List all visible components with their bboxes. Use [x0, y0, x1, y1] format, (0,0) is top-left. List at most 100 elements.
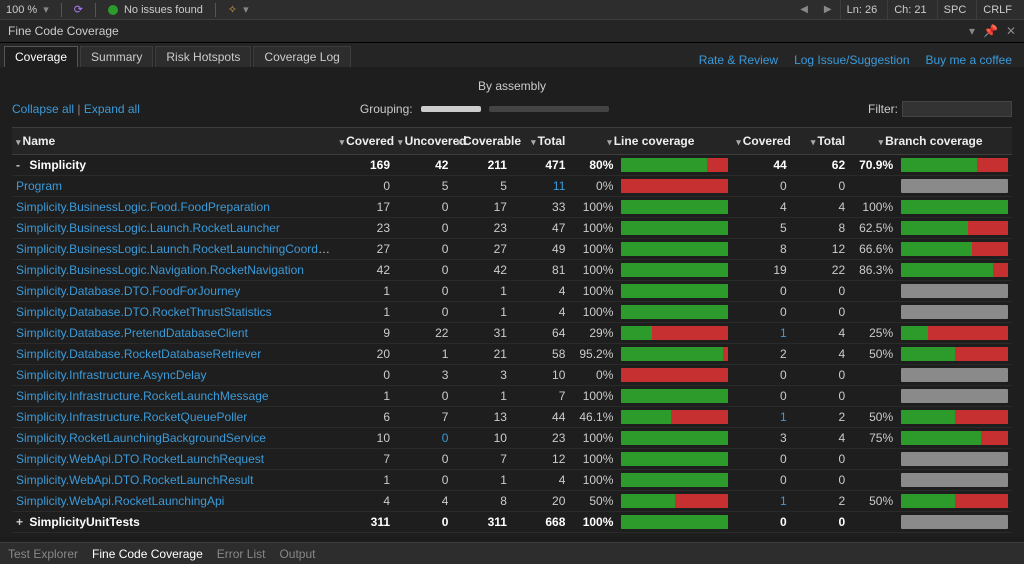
tab-coverage-log[interactable]: Coverage Log	[253, 46, 350, 67]
coverage-content: By assembly Collapse all | Expand all Gr…	[0, 67, 1024, 537]
table-row[interactable]: Simplicity.Infrastructure.AsyncDelay0331…	[12, 365, 1012, 386]
coverage-bar	[621, 452, 728, 466]
bottom-tab-output[interactable]: Output	[279, 547, 315, 561]
table-row[interactable]: Simplicity.RocketLaunchingBackgroundServ…	[12, 428, 1012, 449]
coverage-bar	[621, 368, 728, 382]
status-ok-icon	[108, 5, 118, 15]
table-row[interactable]: Simplicity.Database.PretendDatabaseClien…	[12, 323, 1012, 344]
coverage-bar	[901, 494, 1008, 508]
refresh-icon[interactable]: ⟳	[74, 3, 83, 16]
table-row[interactable]: Simplicity.Infrastructure.RocketLaunchMe…	[12, 386, 1012, 407]
coverage-bar-empty	[901, 452, 1008, 466]
coverage-bar-empty	[901, 368, 1008, 382]
window-menu-icon[interactable]: ▾	[969, 24, 975, 38]
coverage-bar	[621, 389, 728, 403]
col-coverable[interactable]: ▾Coverable	[452, 128, 510, 155]
coverage-bar	[901, 347, 1008, 361]
table-row[interactable]: Simplicity.WebApi.DTO.RocketLaunchResult…	[12, 470, 1012, 491]
bottom-tab-fine-code-coverage[interactable]: Fine Code Coverage	[92, 547, 203, 561]
expand-all-link[interactable]: Expand all	[84, 102, 140, 116]
col-name[interactable]: ▾Name	[12, 128, 336, 155]
tab-coverage[interactable]: Coverage	[4, 46, 78, 67]
coverage-bar	[901, 242, 1008, 256]
grouping-slider-filled[interactable]	[421, 106, 481, 112]
scroll-left-icon[interactable]: ◀	[796, 4, 812, 15]
grouping-mode-label: By assembly	[12, 75, 1012, 95]
cursor-line: Ln: 26	[840, 0, 884, 20]
col-branch-covered[interactable]: ▾Covered	[732, 128, 790, 155]
table-group-row[interactable]: + SimplicityUnitTests3110311668100%00	[12, 512, 1012, 533]
tab-risk-hotspots[interactable]: Risk Hotspots	[155, 46, 251, 67]
col-branch-coverage[interactable]: ▾Branch coverage	[849, 128, 1012, 155]
close-icon[interactable]: ✕	[1006, 24, 1016, 38]
bottom-tab-test-explorer[interactable]: Test Explorer	[8, 547, 78, 561]
coverage-bar	[901, 326, 1008, 340]
coverage-bar	[621, 410, 728, 424]
coverage-bar	[621, 431, 728, 445]
coverage-bar-empty	[901, 473, 1008, 487]
coverage-bar	[901, 410, 1008, 424]
zoom-level[interactable]: 100 %	[6, 4, 37, 16]
wand-icon[interactable]: ✧	[228, 3, 237, 16]
log-issue-link[interactable]: Log Issue/Suggestion	[794, 53, 909, 67]
coverage-bar-empty	[901, 284, 1008, 298]
table-row[interactable]: Simplicity.Infrastructure.RocketQueuePol…	[12, 407, 1012, 428]
tool-window-title: Fine Code Coverage ▾ 📌 ✕	[0, 20, 1024, 43]
buy-coffee-link[interactable]: Buy me a coffee	[926, 53, 1013, 67]
bottom-tab-error-list[interactable]: Error List	[217, 547, 266, 561]
pin-icon[interactable]: 📌	[983, 24, 998, 38]
tool-window-title-text: Fine Code Coverage	[8, 24, 119, 38]
coverage-bar	[621, 158, 728, 172]
coverage-bar	[621, 347, 728, 361]
coverage-bar	[901, 158, 1008, 172]
coverage-table: ▾Name ▾Covered ▾Uncovered ▾Coverable ▾To…	[12, 127, 1012, 533]
table-row[interactable]: Simplicity.BusinessLogic.Launch.RocketLa…	[12, 218, 1012, 239]
line-ending[interactable]: CRLF	[976, 0, 1018, 20]
collapse-all-link[interactable]: Collapse all	[12, 102, 74, 116]
coverage-bar	[621, 242, 728, 256]
table-row[interactable]: Simplicity.BusinessLogic.Navigation.Rock…	[12, 260, 1012, 281]
scroll-right-icon[interactable]: ▶	[820, 4, 836, 15]
coverage-bar	[621, 494, 728, 508]
col-branch-total[interactable]: ▾Total	[791, 128, 849, 155]
coverage-bar	[621, 515, 728, 529]
table-row[interactable]: Program055110%00	[12, 176, 1012, 197]
table-row[interactable]: Simplicity.BusinessLogic.Food.FoodPrepar…	[12, 197, 1012, 218]
coverage-bar-empty	[901, 305, 1008, 319]
col-covered[interactable]: ▾Covered	[336, 128, 394, 155]
coverage-bar	[621, 326, 728, 340]
coverage-bar	[621, 263, 728, 277]
ide-status-bar: 100 % ▾ ⟳ No issues found ✧ ▾ ◀ ▶ Ln: 26…	[0, 0, 1024, 20]
table-row[interactable]: Simplicity.WebApi.DTO.RocketLaunchReques…	[12, 449, 1012, 470]
table-group-row[interactable]: - Simplicity1694221147180%446270.9%	[12, 155, 1012, 176]
rate-review-link[interactable]: Rate & Review	[699, 53, 778, 67]
filter-input[interactable]	[902, 101, 1012, 117]
coverage-bar	[901, 200, 1008, 214]
coverage-bar	[621, 221, 728, 235]
filter-label: Filter:	[868, 102, 898, 116]
table-row[interactable]: Simplicity.Database.DTO.RocketThrustStat…	[12, 302, 1012, 323]
coverage-bar	[621, 200, 728, 214]
table-row[interactable]: Simplicity.WebApi.RocketLaunchingApi4482…	[12, 491, 1012, 512]
coverage-bar	[621, 179, 728, 193]
tab-summary[interactable]: Summary	[80, 46, 153, 67]
issues-label: No issues found	[124, 4, 203, 16]
coverage-bar	[621, 284, 728, 298]
coverage-tab-bar: Coverage Summary Risk Hotspots Coverage …	[0, 43, 1024, 67]
coverage-bar	[621, 305, 728, 319]
ide-bottom-tab-bar: Test Explorer Fine Code Coverage Error L…	[0, 542, 1024, 564]
indent-mode[interactable]: SPC	[937, 0, 973, 20]
coverage-bar	[621, 473, 728, 487]
table-row[interactable]: Simplicity.BusinessLogic.Launch.RocketLa…	[12, 239, 1012, 260]
col-uncovered[interactable]: ▾Uncovered	[394, 128, 452, 155]
table-row[interactable]: Simplicity.Database.RocketDatabaseRetrie…	[12, 344, 1012, 365]
col-line-coverage[interactable]: ▾Line coverage	[569, 128, 732, 155]
coverage-bar-empty	[901, 179, 1008, 193]
coverage-bar	[901, 221, 1008, 235]
table-row[interactable]: Simplicity.Database.DTO.FoodForJourney10…	[12, 281, 1012, 302]
coverage-bar-empty	[901, 389, 1008, 403]
grouping-slider-track[interactable]	[489, 106, 609, 112]
coverage-bar	[901, 263, 1008, 277]
cursor-char: Ch: 21	[887, 0, 932, 20]
coverage-bar-empty	[901, 515, 1008, 529]
